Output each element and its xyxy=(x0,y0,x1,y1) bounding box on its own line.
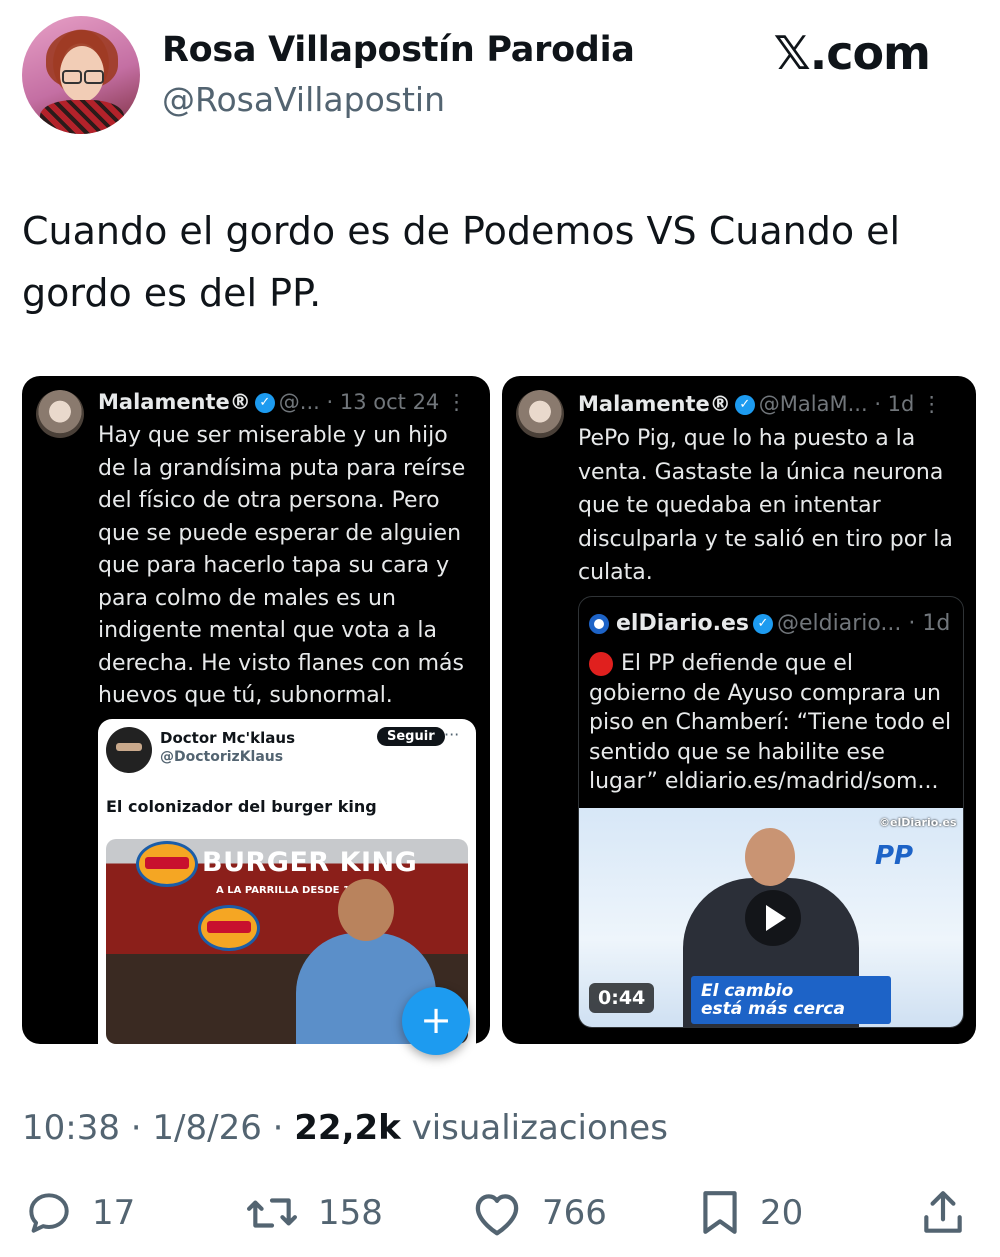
right-card-header: Malamente® ✓ @MalaM... · 1d ⋮ xyxy=(578,392,942,416)
share-icon xyxy=(924,1191,962,1233)
reply-count: 17 xyxy=(92,1193,136,1233)
malamente-avatar xyxy=(36,390,84,438)
embedded-handle: @DoctorizKlaus xyxy=(160,749,284,765)
doctor-avatar xyxy=(106,727,152,773)
banner-line-2: está más cerca xyxy=(701,999,845,1019)
more-icon: ⋮ xyxy=(921,392,943,416)
retweet-count: 158 xyxy=(318,1193,383,1233)
tweet-text: Cuando el gordo es de Podemos VS Cuando … xyxy=(22,209,901,315)
verified-icon: ✓ xyxy=(734,395,755,415)
tweet-meta: 10:38 · 1/8/26 · 22,2k visualizaciones xyxy=(22,1108,668,1148)
right-card-time: · 1d xyxy=(874,392,915,416)
banner-line-1: El cambio xyxy=(701,981,794,1001)
bookmark-icon xyxy=(703,1191,737,1234)
reply-icon xyxy=(29,1193,69,1233)
like-button[interactable]: 766 xyxy=(470,1188,607,1238)
eldiario-logo-icon xyxy=(589,614,609,634)
left-card-name: Malamente® xyxy=(98,390,251,414)
burger-king-logo-icon xyxy=(136,841,198,887)
right-card-handle: @MalaM... xyxy=(758,392,868,416)
quoted-news-tweet[interactable]: elDiario.es ✓ @eldiario... · 1d El PP defi… xyxy=(578,596,964,1028)
left-card-header: Malamente® ✓ @... · 13 oct 24 ⋮ xyxy=(98,390,467,414)
play-icon[interactable] xyxy=(745,890,801,946)
x-logo: 𝕏.com xyxy=(773,26,931,80)
right-card-name: Malamente® xyxy=(578,392,731,416)
views-label: visualizaciones xyxy=(400,1108,668,1148)
more-icon[interactable]: ··· xyxy=(444,725,459,744)
quote-text: El PP defiende que el gobierno de Ayuso … xyxy=(589,651,952,794)
left-card-time: · 13 oct 24 xyxy=(326,390,440,414)
retweet-button[interactable]: 158 xyxy=(244,1188,383,1238)
video-player[interactable]: ©elDiario.es PP El cambio está más cerca… xyxy=(579,808,963,1027)
quote-name: elDiario.es xyxy=(616,611,749,636)
embedded-text: El colonizador del burger king xyxy=(106,797,377,816)
embedded-name: Doctor Mc'klaus xyxy=(160,729,295,747)
verified-icon: ✓ xyxy=(753,614,773,634)
malamente-avatar xyxy=(516,390,564,438)
follow-button[interactable]: Seguir xyxy=(377,727,445,746)
quote-time: · 1d xyxy=(908,611,951,636)
pp-logo: PP xyxy=(875,841,914,871)
retweet-icon xyxy=(246,1198,297,1228)
like-count: 766 xyxy=(542,1193,607,1233)
share-button[interactable] xyxy=(920,1188,966,1238)
quote-handle: @eldiario... xyxy=(777,611,902,636)
quote-header: elDiario.es ✓ @eldiario... · 1d xyxy=(589,611,950,636)
burger-king-sign: BURGER KING xyxy=(202,847,418,878)
burger-king-logo-icon xyxy=(198,905,260,951)
author-name[interactable]: Rosa Villapostín Parodia xyxy=(162,30,635,70)
right-card-text: PePo Pig, que lo ha puesto a la venta. G… xyxy=(578,426,953,585)
compose-button[interactable]: + xyxy=(402,987,470,1055)
author-avatar[interactable] xyxy=(22,16,140,134)
left-card-text: Hay que ser miserable y un hijo de la gr… xyxy=(98,423,466,708)
video-watermark: ©elDiario.es xyxy=(879,816,957,829)
verified-icon: ✓ xyxy=(254,393,275,413)
video-duration: 0:44 xyxy=(589,983,655,1013)
podium-banner: El cambio está más cerca xyxy=(691,976,891,1024)
author-handle[interactable]: @RosaVillapostin xyxy=(162,80,445,119)
reply-button[interactable]: 17 xyxy=(24,1188,135,1238)
red-circle-icon xyxy=(589,652,613,676)
quote-text-block: El PP defiende que el gobierno de Ayuso … xyxy=(589,649,957,797)
tweet-timestamp[interactable]: 10:38 · 1/8/26 · xyxy=(22,1108,294,1148)
heart-icon xyxy=(475,1194,519,1236)
left-card-handle: @... xyxy=(278,390,320,414)
bookmark-count: 20 xyxy=(760,1193,804,1233)
bookmark-button[interactable]: 20 xyxy=(698,1188,803,1238)
view-count: 22,2k xyxy=(294,1108,401,1148)
more-icon: ⋮ xyxy=(445,390,467,414)
